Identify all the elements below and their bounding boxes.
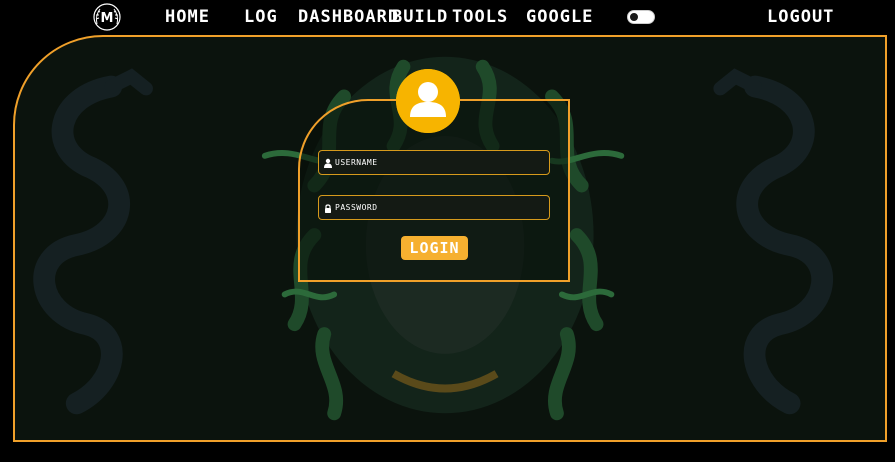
theme-toggle[interactable] [627, 10, 655, 24]
nav-dashboard-link[interactable]: DASHBOARD [298, 7, 399, 27]
page: M HOME LOG DASHBOARD BUILD TOOLS GOOGLE … [0, 0, 895, 462]
serpent-left-icon [33, 68, 153, 415]
nav-build-link[interactable]: BUILD [392, 7, 448, 27]
nav-google-link[interactable]: GOOGLE [526, 7, 593, 27]
user-icon [324, 158, 332, 168]
logout-link[interactable]: LOGOUT [767, 7, 834, 27]
theme-toggle-knob [629, 12, 639, 22]
laurel-m-logo-icon[interactable]: M [92, 2, 122, 32]
serpent-right-icon [713, 68, 834, 415]
logo-letter: M [101, 11, 114, 26]
login-button[interactable]: LOGIN [401, 236, 468, 260]
username-input[interactable] [333, 158, 535, 167]
user-avatar-icon [396, 69, 460, 133]
password-input[interactable] [333, 203, 535, 212]
top-nav: M HOME LOG DASHBOARD BUILD TOOLS GOOGLE … [0, 0, 895, 36]
username-field [318, 150, 550, 175]
nav-tools-link[interactable]: TOOLS [452, 7, 508, 27]
nav-log-link[interactable]: LOG [244, 7, 278, 27]
lock-icon [325, 203, 331, 213]
password-field [318, 195, 550, 220]
nav-home-link[interactable]: HOME [165, 7, 210, 27]
